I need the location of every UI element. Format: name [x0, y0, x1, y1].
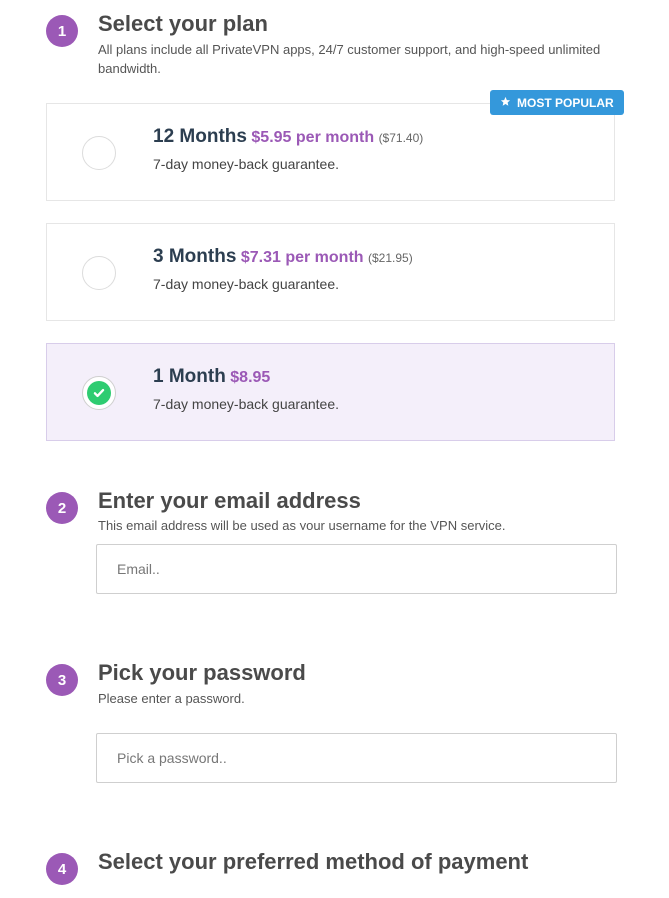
- plan-heading: 3 Months $7.31 per month ($21.95): [153, 246, 413, 268]
- most-popular-label: MOST POPULAR: [517, 95, 614, 110]
- step-1-title: Select your plan: [98, 11, 268, 36]
- plan-radio[interactable]: [82, 136, 116, 170]
- step-3-badge: 3: [46, 664, 78, 696]
- step-3-subtitle: Please enter a password.: [98, 691, 245, 706]
- plan-radio[interactable]: [82, 256, 116, 290]
- plan-total: ($21.95): [368, 251, 413, 265]
- step-1-subtitle: All plans include all PrivateVPN apps, 2…: [98, 42, 601, 76]
- step-2-badge: 2: [46, 492, 78, 524]
- plan-price: $8.95: [230, 369, 271, 386]
- step-4-title: Select your preferred method of payment: [98, 849, 529, 874]
- plan-12-months[interactable]: 12 Months $5.95 per month ($71.40) 7-day…: [46, 103, 615, 201]
- step-2-title: Enter your email address: [98, 488, 361, 513]
- email-input[interactable]: [96, 544, 617, 594]
- plan-3-months[interactable]: 3 Months $7.31 per month ($21.95) 7-day …: [46, 223, 615, 321]
- step-2-subtitle: This email address will be used as your …: [98, 518, 506, 530]
- plan-radio-checked[interactable]: [82, 376, 116, 410]
- plan-price: $5.95 per month: [251, 129, 375, 146]
- plan-heading: 1 Month $8.95: [153, 366, 270, 388]
- most-popular-badge: MOST POPULAR: [490, 90, 624, 115]
- checkmark-icon: [87, 381, 111, 405]
- plan-heading: 12 Months $5.95 per month ($71.40): [153, 126, 423, 148]
- step-4-badge: 4: [46, 853, 78, 885]
- password-input[interactable]: [96, 733, 617, 783]
- plan-total: ($71.40): [378, 131, 424, 145]
- step-3-title: Pick your password: [98, 660, 306, 685]
- step-1-badge: 1: [46, 15, 78, 47]
- plan-name: 12 Months: [153, 126, 247, 147]
- plan-1-month[interactable]: 1 Month $8.95 7-day money-back guarantee…: [46, 343, 615, 441]
- plan-name: 1 Month: [153, 366, 226, 387]
- plan-price: $7.31 per month: [240, 249, 364, 266]
- star-icon: [500, 96, 511, 110]
- plan-guarantee: 7-day money-back guarantee.: [153, 396, 339, 412]
- plan-name: 3 Months: [153, 246, 237, 267]
- plan-guarantee: 7-day money-back guarantee.: [153, 156, 339, 172]
- plan-guarantee: 7-day money-back guarantee.: [153, 276, 339, 292]
